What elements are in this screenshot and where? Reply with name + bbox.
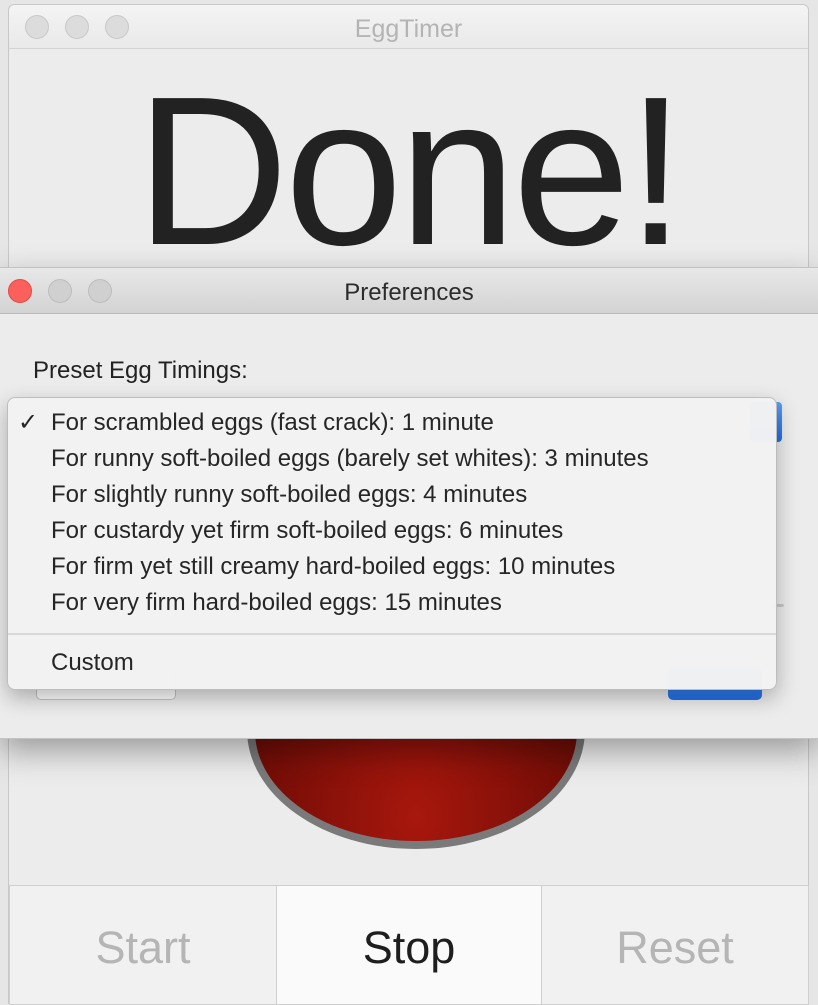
menu-item-firm-creamy[interactable]: For firm yet still creamy hard-boiled eg… (8, 549, 776, 585)
menu-item-label: For runny soft-boiled eggs (barely set w… (51, 445, 649, 472)
menu-item-very-firm[interactable]: For very firm hard-boiled eggs: 15 minut… (8, 585, 776, 621)
done-status-text: Done! (135, 52, 686, 275)
menu-item-label: Custom (51, 649, 134, 676)
menu-item-label: For custardy yet firm soft-boiled eggs: … (51, 517, 564, 544)
menu-item-slightly-runny[interactable]: For slightly runny soft-boiled eggs: 4 m… (8, 477, 776, 513)
status-display: Done! (9, 49, 808, 275)
checkmark-icon: ✓ (18, 409, 39, 436)
menu-item-runny-soft-boiled[interactable]: For runny soft-boiled eggs (barely set w… (8, 441, 776, 477)
menu-item-scrambled[interactable]: ✓ For scrambled eggs (fast crack): 1 min… (8, 405, 776, 441)
eggtimer-titlebar: EggTimer (9, 5, 808, 49)
menu-item-custom[interactable]: Custom (8, 645, 776, 681)
menu-item-label: For very firm hard-boiled eggs: 15 minut… (51, 589, 502, 616)
control-bar: Start Stop Reset (9, 885, 809, 1005)
start-button[interactable]: Start (9, 885, 277, 1005)
menu-separator (8, 633, 776, 635)
stop-button[interactable]: Stop (276, 885, 542, 1005)
reset-button[interactable]: Reset (541, 885, 809, 1005)
preset-timings-menu: ✓ For scrambled eggs (fast crack): 1 min… (7, 397, 777, 690)
preferences-titlebar: Preferences (0, 268, 818, 314)
window-title: EggTimer (354, 15, 463, 43)
menu-item-label: For slightly runny soft-boiled eggs: 4 m… (51, 481, 528, 508)
preferences-title: Preferences (344, 279, 474, 306)
menu-item-label: For firm yet still creamy hard-boiled eg… (51, 553, 616, 580)
menu-item-label: For scrambled eggs (fast crack): 1 minut… (51, 409, 494, 436)
menu-item-custardy[interactable]: For custardy yet firm soft-boiled eggs: … (8, 513, 776, 549)
preset-timings-label: Preset Egg Timings: (33, 357, 248, 384)
